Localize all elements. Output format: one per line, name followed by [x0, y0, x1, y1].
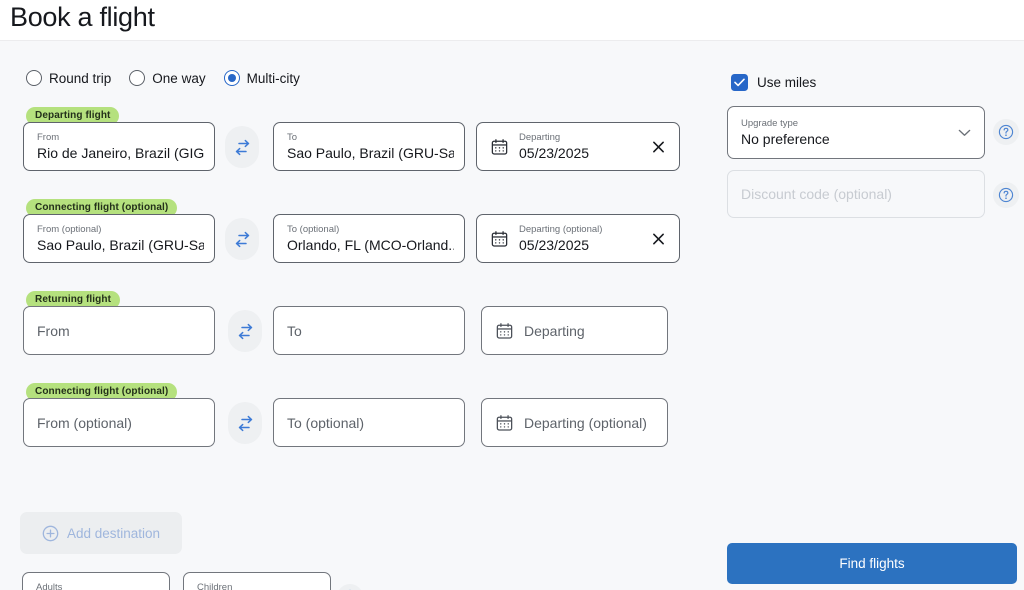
- use-miles-checkbox[interactable]: Use miles: [731, 74, 816, 91]
- swap-button-2[interactable]: [225, 218, 259, 260]
- calendar-icon: [491, 138, 508, 155]
- form-body: Round trip One way Multi-city Departing …: [0, 41, 1024, 590]
- origin-field-2[interactable]: From (optional) Sao Paulo, Brazil (GRU-S…: [23, 214, 215, 263]
- field-label: From (optional): [37, 224, 102, 235]
- destination-field-1[interactable]: To Sao Paulo, Brazil (GRU-Sa...: [273, 122, 465, 171]
- clear-date-button-1[interactable]: [652, 140, 665, 153]
- field-label: Departing: [519, 132, 561, 143]
- children-select[interactable]: Children 0 children: [183, 572, 331, 590]
- swap-arrows-icon: [235, 231, 249, 247]
- field-label: Upgrade type: [741, 118, 799, 129]
- field-value: Orlando, FL (MCO-Orland...: [287, 237, 454, 253]
- departure-date-field-2[interactable]: Departing (optional) 05/23/2025: [476, 214, 680, 263]
- swap-button-4[interactable]: [228, 402, 262, 444]
- use-miles-label: Use miles: [757, 75, 817, 90]
- swap-button-1[interactable]: [225, 126, 259, 168]
- trip-type-round-trip[interactable]: Round trip: [26, 70, 111, 86]
- field-value: 05/23/2025: [519, 145, 590, 161]
- page-header: Book a flight: [0, 0, 1024, 40]
- field-label: Departing (optional): [519, 224, 603, 235]
- trip-type-multi-city[interactable]: Multi-city: [223, 70, 300, 86]
- flight-leg-4: Connecting flight (optional) From (optio…: [0, 381, 700, 457]
- origin-field-3[interactable]: From: [23, 306, 215, 355]
- add-destination-button[interactable]: Add destination: [20, 512, 182, 554]
- trip-type-radio-group: Round trip One way Multi-city: [26, 70, 300, 86]
- origin-field-4[interactable]: From (optional): [23, 398, 215, 447]
- swap-arrows-icon: [235, 139, 249, 155]
- departure-date-field-4[interactable]: Departing (optional): [481, 398, 668, 447]
- plus-circle-icon: [42, 525, 59, 541]
- trip-type-label: One way: [152, 70, 206, 86]
- trip-type-one-way[interactable]: One way: [129, 70, 206, 86]
- question-circle-icon: [998, 124, 1014, 140]
- calendar-icon: [496, 414, 513, 431]
- field-label: To: [287, 132, 298, 143]
- calendar-icon: [496, 322, 513, 339]
- upgrade-type-help-button[interactable]: [993, 119, 1019, 145]
- flight-leg-3: Returning flight From To Departing: [0, 289, 700, 365]
- field-value: 05/23/2025: [519, 237, 590, 253]
- flight-leg-1: Departing flight From Rio de Janeiro, Br…: [0, 105, 700, 181]
- field-label: From: [37, 132, 60, 143]
- find-flights-button[interactable]: Find flights: [727, 543, 1017, 584]
- field-label: To (optional): [287, 224, 340, 235]
- field-value: No preference: [741, 131, 830, 147]
- swap-arrows-icon: [238, 415, 252, 431]
- book-a-flight-page: Book a flight Round trip One way Multi-c…: [0, 0, 1024, 590]
- field-value: Sao Paulo, Brazil (GRU-Sa...: [287, 145, 454, 161]
- adults-select[interactable]: Adults 1 adult: [22, 572, 170, 590]
- trip-type-label: Round trip: [49, 70, 112, 86]
- question-circle-icon: [998, 187, 1014, 203]
- departure-date-field-3[interactable]: Departing: [481, 306, 668, 355]
- departure-date-field-1[interactable]: Departing 05/23/2025: [476, 122, 680, 171]
- discount-code-input[interactable]: Discount code (optional): [727, 170, 985, 218]
- field-label: Children: [197, 582, 233, 590]
- calendar-icon: [491, 230, 508, 247]
- check-icon: [734, 78, 745, 87]
- page-title: Book a flight: [10, 2, 155, 32]
- origin-field-1[interactable]: From Rio de Janeiro, Brazil (GIG...: [23, 122, 215, 171]
- swap-arrows-icon: [238, 323, 252, 339]
- field-placeholder: From (optional): [37, 414, 132, 431]
- discount-code-help-button[interactable]: [993, 182, 1019, 208]
- chevron-down-icon: [958, 129, 971, 136]
- checkbox-checked-icon: [731, 74, 748, 91]
- passengers-help-button[interactable]: [337, 584, 363, 590]
- destination-field-3[interactable]: To: [273, 306, 465, 355]
- swap-button-3[interactable]: [228, 310, 262, 352]
- field-placeholder: To (optional): [287, 414, 365, 431]
- destination-field-2[interactable]: To (optional) Orlando, FL (MCO-Orland...: [273, 214, 465, 263]
- field-placeholder: Departing (optional): [524, 414, 647, 431]
- flight-leg-2: Connecting flight (optional) From (optio…: [0, 197, 700, 273]
- field-value: Rio de Janeiro, Brazil (GIG...: [37, 145, 204, 161]
- field-placeholder: Discount code (optional): [741, 186, 892, 202]
- radio-selected-icon: [223, 70, 240, 86]
- radio-icon: [26, 70, 42, 86]
- field-placeholder: Departing: [524, 322, 585, 339]
- field-label: Adults: [36, 582, 63, 590]
- radio-icon: [129, 70, 146, 86]
- field-value: Sao Paulo, Brazil (GRU-Sa...: [37, 237, 204, 253]
- upgrade-type-select[interactable]: Upgrade type No preference: [727, 106, 985, 159]
- clear-date-button-2[interactable]: [652, 232, 665, 245]
- field-placeholder: To: [287, 322, 302, 339]
- destination-field-4[interactable]: To (optional): [273, 398, 465, 447]
- field-placeholder: From: [37, 322, 70, 339]
- trip-type-label: Multi-city: [246, 70, 300, 86]
- add-destination-label: Add destination: [66, 525, 161, 541]
